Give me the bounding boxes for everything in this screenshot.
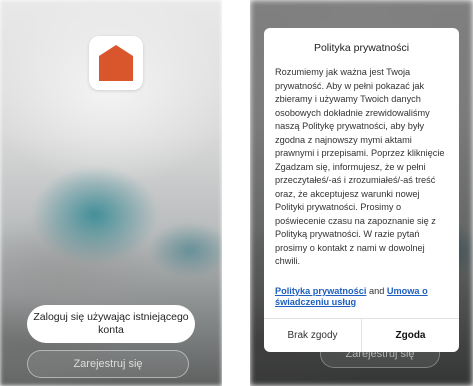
register-button[interactable]: Zarejestruj się (27, 350, 189, 378)
privacy-policy-link[interactable]: Polityka prywatności (275, 286, 366, 296)
house-icon (99, 45, 133, 81)
privacy-policy-screen: Zarejestruj się Polityka prywatności Roz… (250, 0, 473, 386)
login-existing-account-button[interactable]: Zaloguj się używając istniejącego konta (27, 305, 195, 343)
dialog-body-text: Rozumiemy jak ważna jest Twoja prywatnoś… (275, 67, 445, 266)
links-and-text: and (368, 286, 387, 296)
agree-button[interactable]: Zgoda (362, 319, 459, 352)
app-logo (89, 36, 143, 90)
dialog-title: Polityka prywatności (313, 42, 410, 54)
disagree-button[interactable]: Brak zgody (264, 319, 361, 352)
privacy-policy-dialog: Polityka prywatności Rozumiemy jak ważna… (264, 28, 459, 352)
dialog-links: Polityka prywatności and Umowa o świadcz… (275, 286, 450, 308)
login-screen: Zaloguj się używając istniejącego konta … (0, 0, 222, 386)
